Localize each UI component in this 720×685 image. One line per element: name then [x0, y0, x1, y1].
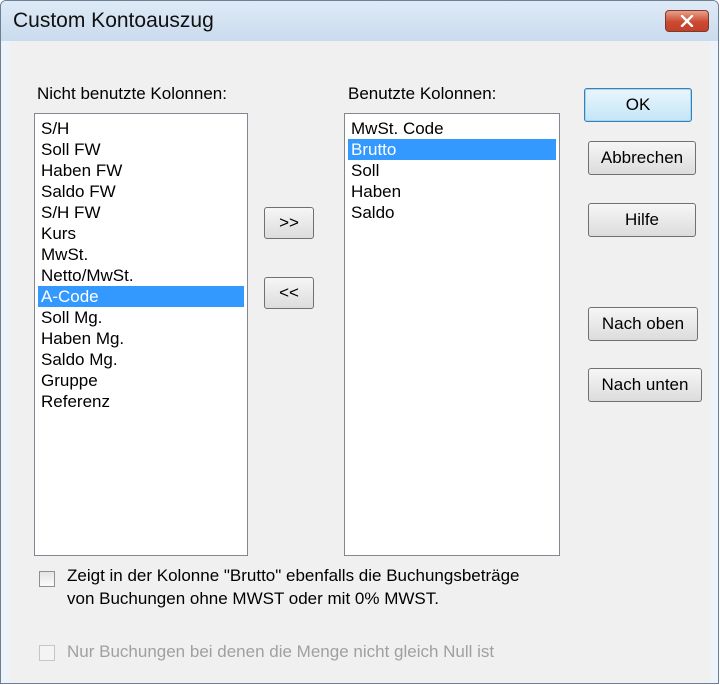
- quantity-option-label: Nur Buchungen bei denen die Menge nicht …: [67, 642, 495, 661]
- list-item[interactable]: Referenz: [38, 391, 110, 412]
- quantity-checkbox: [39, 645, 55, 661]
- remove-column-button[interactable]: <<: [264, 277, 314, 309]
- close-icon: [680, 15, 694, 27]
- list-item[interactable]: Saldo Mg.: [38, 349, 118, 370]
- move-down-button[interactable]: Nach unten: [588, 368, 702, 402]
- list-item[interactable]: Netto/MwSt.: [38, 265, 134, 286]
- cancel-button[interactable]: Abbrechen: [588, 141, 696, 175]
- add-column-button[interactable]: >>: [264, 207, 314, 239]
- brutto-checkbox[interactable]: [39, 571, 55, 587]
- list-item[interactable]: Soll: [348, 160, 379, 181]
- ok-button[interactable]: OK: [584, 88, 692, 122]
- list-item[interactable]: MwSt.: [38, 244, 88, 265]
- list-item[interactable]: Saldo FW: [38, 181, 116, 202]
- list-item[interactable]: Soll Mg.: [38, 307, 102, 328]
- used-columns-label: Benutzte Kolonnen:: [348, 84, 497, 103]
- close-button[interactable]: [665, 10, 709, 32]
- list-item[interactable]: Haben Mg.: [38, 328, 124, 349]
- list-item[interactable]: Kurs: [38, 223, 76, 244]
- list-item[interactable]: Gruppe: [38, 370, 98, 391]
- brutto-option-line1: Zeigt in der Kolonne "Brutto" ebenfalls …: [67, 566, 520, 585]
- window-title: Custom Kontoauszug: [13, 9, 214, 32]
- list-item[interactable]: Haben FW: [38, 160, 122, 181]
- title-bar: Custom Kontoauszug: [1, 1, 718, 41]
- list-item[interactable]: S/H: [38, 118, 69, 139]
- help-button[interactable]: Hilfe: [588, 203, 696, 237]
- list-item[interactable]: Haben: [348, 181, 401, 202]
- list-item[interactable]: Saldo: [348, 202, 394, 223]
- list-item-selected[interactable]: A-Code: [38, 286, 244, 307]
- list-item[interactable]: MwSt. Code: [348, 118, 444, 139]
- brutto-option-line2: von Buchungen ohne MWST oder mit 0% MWST…: [67, 589, 439, 608]
- used-columns-list[interactable]: MwSt. Code Brutto Soll Haben Saldo: [344, 113, 560, 556]
- list-item[interactable]: S/H FW: [38, 202, 101, 223]
- dialog-body: Nicht benutzte Kolonnen: Benutzte Kolonn…: [10, 41, 710, 683]
- list-item[interactable]: Soll FW: [38, 139, 101, 160]
- list-item-selected[interactable]: Brutto: [348, 139, 556, 160]
- unused-columns-label: Nicht benutzte Kolonnen:: [37, 84, 227, 103]
- unused-columns-list[interactable]: S/H Soll FW Haben FW Saldo FW S/H FW Kur…: [34, 113, 248, 556]
- dialog-window: Custom Kontoauszug Nicht benutzte Kolonn…: [0, 0, 719, 684]
- move-up-button[interactable]: Nach oben: [588, 307, 698, 341]
